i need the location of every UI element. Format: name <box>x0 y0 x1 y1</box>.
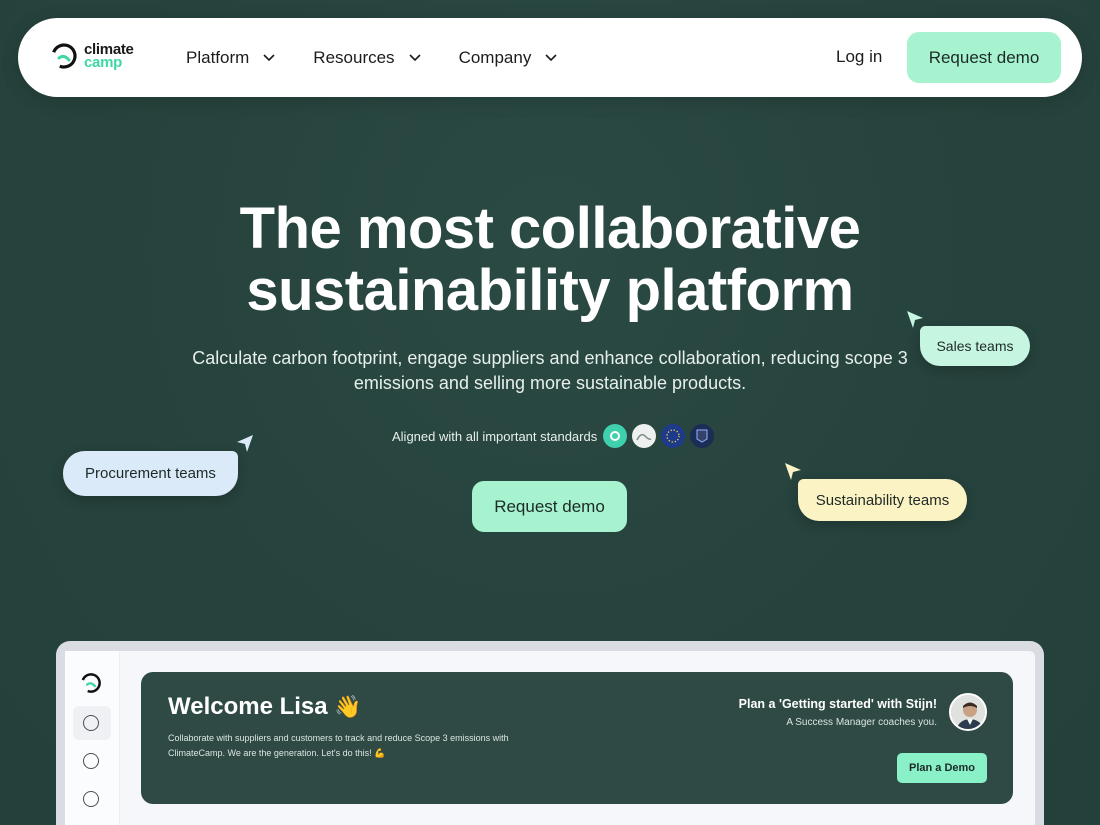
plan-title: Plan a 'Getting started' with Stijn! <box>738 697 937 711</box>
login-link[interactable]: Log in <box>836 47 882 67</box>
menu-resources[interactable]: Resources <box>313 47 421 68</box>
welcome-heading: Welcome Lisa 👋 <box>168 693 362 721</box>
menu-company-label: Company <box>458 47 532 67</box>
standards-row: Aligned with all important standards <box>392 424 719 448</box>
hero-title-line2: sustainability platform <box>246 258 854 323</box>
hero-request-demo-button[interactable]: Request demo <box>472 481 627 532</box>
sustainability-teams-tag: Sustainability teams <box>798 479 967 521</box>
menu-platform-label: Platform <box>186 47 250 67</box>
ghg-protocol-icon <box>603 424 628 448</box>
sbti-icon <box>632 424 657 448</box>
menu-resources-label: Resources <box>313 47 395 67</box>
sales-teams-tag: Sales teams <box>920 326 1030 366</box>
chevron-down-icon <box>263 53 275 61</box>
wave-emoji: 👋 <box>334 694 362 719</box>
procurement-teams-tag: Procurement teams <box>63 451 238 496</box>
menu-company[interactable]: Company <box>459 48 558 68</box>
menu-platform[interactable]: Platform <box>186 48 275 68</box>
standards-icons <box>603 424 719 448</box>
app-preview-window: Welcome Lisa 👋 Collaborate with supplier… <box>65 651 1035 825</box>
logo-mark-icon <box>51 43 77 69</box>
cursor-arrow-icon <box>785 463 801 480</box>
welcome-description: Collaborate with suppliers and customers… <box>168 733 509 758</box>
pact-icon <box>690 424 715 448</box>
logo-mark-icon <box>81 673 101 693</box>
plan-demo-button[interactable]: Plan a Demo <box>897 753 987 783</box>
logo-text: climate camp <box>84 42 134 70</box>
sidebar-item-icon[interactable] <box>83 715 99 731</box>
main-menu: Platform Resources Company <box>186 18 595 97</box>
hero-title: The most collaborative sustainability pl… <box>0 198 1100 322</box>
standards-label: Aligned with all important standards <box>392 428 598 444</box>
welcome-text: Welcome Lisa <box>168 693 328 720</box>
request-demo-button[interactable]: Request demo <box>907 32 1061 83</box>
chevron-down-icon <box>545 53 557 61</box>
sidebar-item-icon[interactable] <box>83 753 99 769</box>
app-preview: Welcome Lisa 👋 Collaborate with supplier… <box>56 641 1044 825</box>
welcome-banner: Welcome Lisa 👋 Collaborate with supplier… <box>141 672 1013 804</box>
plan-subtitle: A Success Manager coaches you. <box>786 717 937 728</box>
hero-title-line1: The most collaborative <box>239 196 861 261</box>
climatecamp-logo[interactable]: climate camp <box>50 42 134 70</box>
sidebar-item-icon[interactable] <box>83 791 99 807</box>
avatar <box>949 693 987 731</box>
hero-subtitle: Calculate carbon footprint, engage suppl… <box>192 348 908 393</box>
app-sidebar <box>65 651 120 825</box>
csrd-icon <box>661 424 686 448</box>
chevron-down-icon <box>408 53 421 61</box>
cursor-arrow-icon <box>237 435 253 452</box>
top-navbar: climate camp Platform Resources Company … <box>18 18 1082 97</box>
